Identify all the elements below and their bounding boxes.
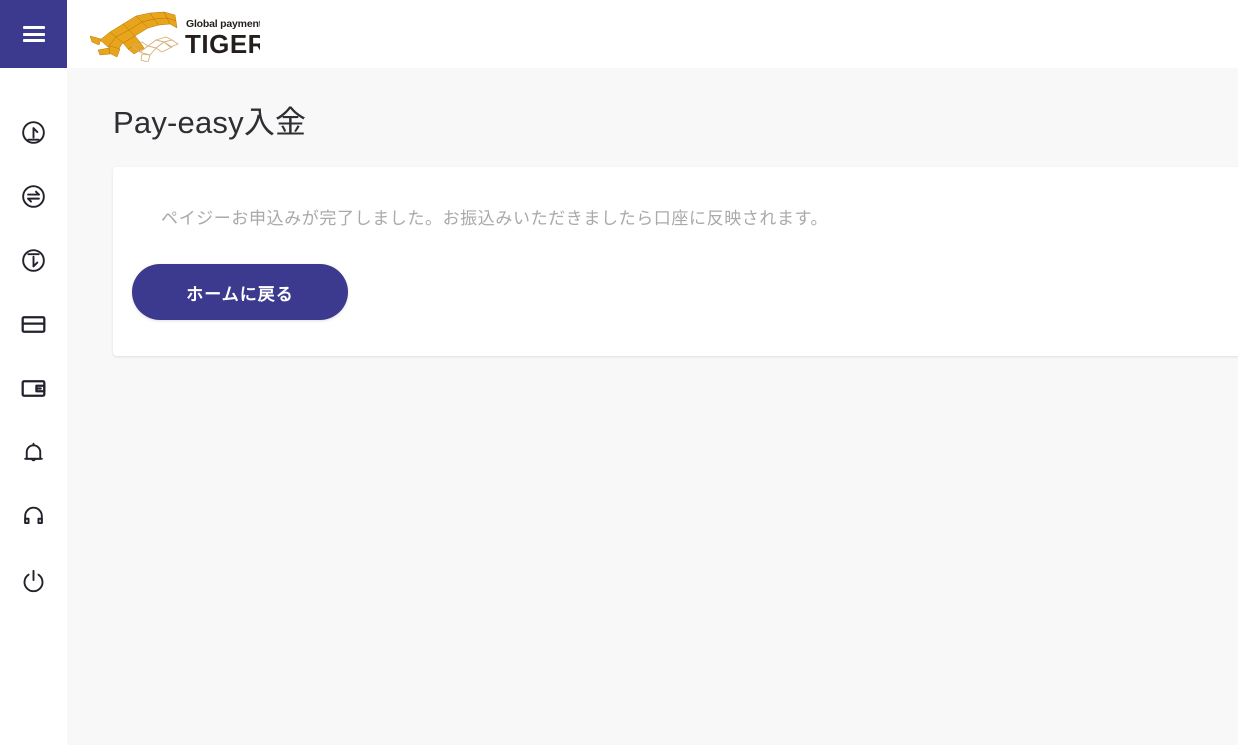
deposit-circle-arrow-up-icon xyxy=(20,119,47,146)
bell-icon xyxy=(20,439,47,466)
completion-message: ペイジーお申込みが完了しました。お振込みいただきましたら口座に反映されます。 xyxy=(161,209,829,228)
page-title: Pay-easy入金 xyxy=(113,105,307,140)
app-header: Global payment solution TIGER PAY xyxy=(67,0,1238,68)
sidebar-item-notifications[interactable] xyxy=(0,420,67,484)
sidebar xyxy=(0,0,67,745)
tiger-logo-icon: Global payment solution TIGER PAY xyxy=(90,11,260,62)
credit-card-icon xyxy=(20,311,47,338)
exchange-circle-arrows-icon xyxy=(20,183,47,210)
sidebar-item-wallet[interactable] xyxy=(0,356,67,420)
content-card: ペイジーお申込みが完了しました。お振込みいただきましたら口座に反映されます。 ホ… xyxy=(113,167,1238,357)
sidebar-item-logout[interactable] xyxy=(0,548,67,612)
power-icon xyxy=(20,567,47,594)
sidebar-item-deposit[interactable] xyxy=(0,100,67,164)
headset-icon xyxy=(20,503,47,530)
tiger-pay-logo[interactable]: Global payment solution TIGER PAY xyxy=(90,6,260,62)
svg-text:TIGER PAY: TIGER PAY xyxy=(185,29,260,59)
withdraw-circle-arrow-down-icon xyxy=(20,247,47,274)
sidebar-nav-list xyxy=(0,68,67,612)
app-root: Global payment solution TIGER PAY Pay-ea… xyxy=(0,0,1238,745)
wallet-icon xyxy=(20,375,47,402)
sidebar-item-card[interactable] xyxy=(0,292,67,356)
sidebar-item-withdraw[interactable] xyxy=(0,228,67,292)
main-content: Pay-easy入金 ペイジーお申込みが完了しました。お振込みいただきましたら口… xyxy=(67,68,1238,745)
sidebar-item-support[interactable] xyxy=(0,484,67,548)
hamburger-menu-button[interactable] xyxy=(0,0,67,68)
sidebar-item-exchange[interactable] xyxy=(0,164,67,228)
card-actions: ホームに戻る xyxy=(113,232,1238,321)
return-home-button[interactable]: ホームに戻る xyxy=(132,264,348,321)
hamburger-menu-icon xyxy=(22,26,45,42)
